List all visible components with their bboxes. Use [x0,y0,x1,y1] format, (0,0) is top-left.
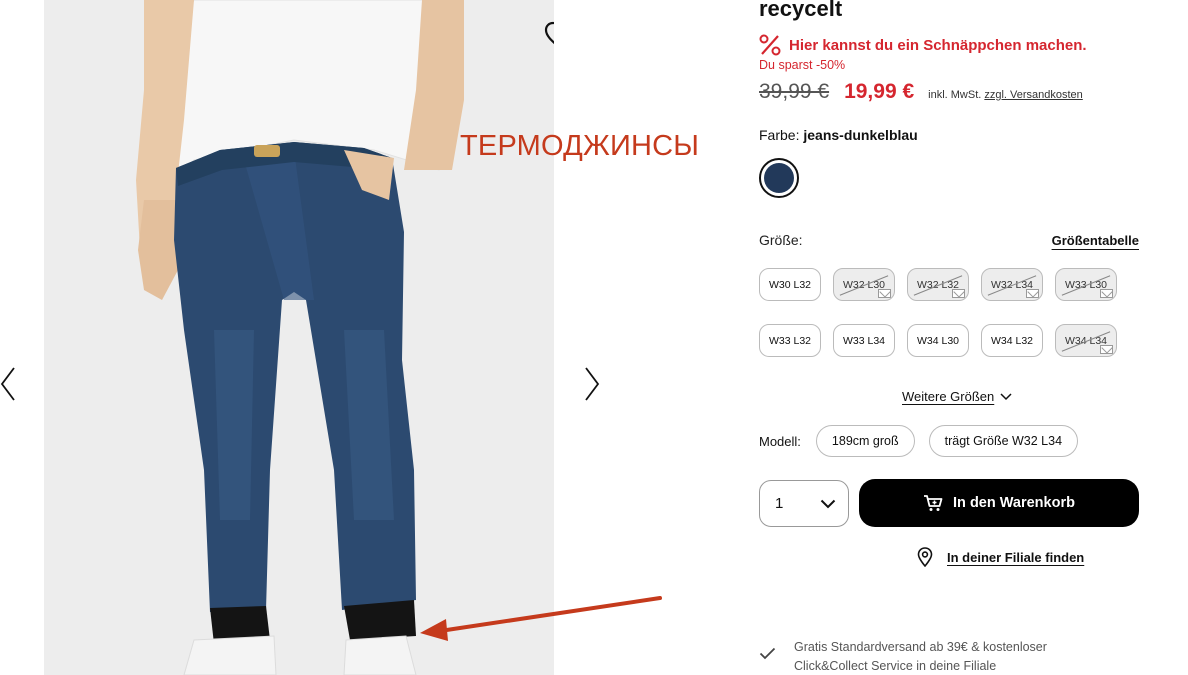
percent-icon [759,34,781,56]
notify-envelope-icon [878,289,891,298]
product-title: recycelt [759,0,843,21]
size-option-label: W33 L34 [842,334,886,347]
color-swatch-selected[interactable] [759,158,799,198]
size-option-label: W33 L32 [768,334,812,347]
deal-text: Hier kannst du ein Schnäppchen machen. [789,36,1087,54]
saving-text: Du sparst -50% [759,58,846,72]
size-option-w32-l34[interactable]: W32 L34 [981,268,1043,301]
shipping-benefit-line-2: Click&Collect Service in deine Filiale [794,659,997,673]
size-option-w32-l30[interactable]: W32 L30 [833,268,895,301]
product-photo [136,0,464,675]
size-option-w34-l30[interactable]: W34 L30 [907,324,969,357]
size-option-label: W34 L32 [990,334,1034,347]
shipping-benefit-text: Gratis Standardversand ab 39€ & kostenlo… [794,638,1047,675]
size-option-w34-l34[interactable]: W34 L34 [1055,324,1117,357]
size-option-w30-l32[interactable]: W30 L32 [759,268,821,301]
add-to-cart-button[interactable]: In den Warenkorb [859,479,1139,527]
color-label-row: Farbe: jeans-dunkelblau [759,127,918,143]
add-to-cart-label: In den Warenkorb [953,495,1075,511]
size-option-w33-l30[interactable]: W33 L30 [1055,268,1117,301]
product-image-gallery[interactable] [44,0,554,675]
chevron-left-icon [0,367,15,401]
quantity-value: 1 [775,495,784,512]
size-option-w32-l32[interactable]: W32 L32 [907,268,969,301]
color-swatch-fill [764,163,794,193]
size-chart-link[interactable]: Größentabelle [1052,233,1139,248]
vat-note: inkl. MwSt. [928,89,982,101]
size-options: W30 L32 W32 L30 W32 L32 W32 L34 W33 L30 W33 L… [759,268,1139,357]
notify-envelope-icon [1100,345,1113,354]
next-image-button[interactable] [582,366,602,402]
color-value: jeans-dunkelblau [803,127,918,143]
size-option-w33-l34[interactable]: W33 L34 [833,324,895,357]
color-label: Farbe: [759,127,800,143]
deal-banner: Hier kannst du ein Schnäppchen machen. [759,34,1087,56]
chevron-down-icon [820,499,836,508]
wishlist-heart-button[interactable] [542,18,554,54]
size-option-label: W34 L30 [916,334,960,347]
more-sizes-label: Weitere Größen [902,389,995,404]
annotation-label: ТЕРМОДЖИНСЫ [460,130,700,162]
size-option-w33-l32[interactable]: W33 L32 [759,324,821,357]
location-pin-icon [917,547,933,567]
shipping-benefit-line-1: Gratis Standardversand ab 39€ & kostenlo… [794,640,1047,654]
find-in-store-link[interactable]: In deiner Filiale finden [917,547,1084,567]
notify-envelope-icon [1026,289,1039,298]
cart-icon [924,495,943,511]
price-row: 39,99 € 19,99 € inkl. MwSt. zzgl. Versan… [759,80,1083,104]
size-label: Größe: [759,232,803,248]
chevron-down-icon [1000,392,1012,400]
more-sizes-toggle[interactable]: Weitere Größen [902,389,1012,404]
previous-image-button[interactable] [0,366,20,402]
shipping-benefit: Gratis Standardversand ab 39€ & kostenlo… [759,638,1047,675]
notify-envelope-icon [1100,289,1113,298]
size-option-label: W30 L32 [768,278,812,291]
model-label: Modell: [759,433,801,449]
notify-envelope-icon [952,289,965,298]
chevron-right-icon [585,367,600,401]
model-size-chip: trägt Größe W32 L34 [928,425,1079,457]
model-info-row: Modell: 189cm groß trägt Größe W32 L34 [759,425,1092,457]
size-option-w34-l32[interactable]: W34 L32 [981,324,1043,357]
old-price: 39,99 € [759,80,830,103]
find-in-store-label: In deiner Filiale finden [947,549,1085,565]
checkmark-icon [759,647,776,660]
shipping-costs-link[interactable]: zzgl. Versandkosten [984,89,1082,101]
annotation-arrow [420,596,662,641]
quantity-select[interactable]: 1 [759,480,849,527]
model-height-chip: 189cm groß [815,425,915,457]
heart-icon [544,21,554,45]
sale-price: 19,99 € [844,80,915,103]
